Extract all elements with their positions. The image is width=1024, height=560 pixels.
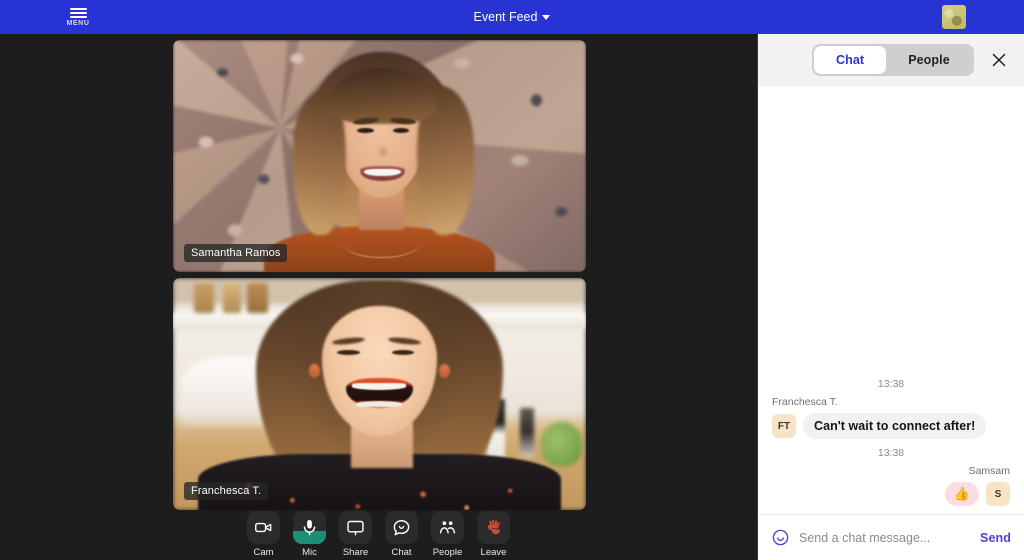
- close-panel-button[interactable]: [986, 47, 1012, 73]
- microphone-icon: [303, 520, 316, 536]
- message-row: 👍 S: [772, 482, 1010, 506]
- call-controls-toolbar: Cam Mic Share Chat People Leave: [0, 511, 757, 558]
- chat-panel-header: Chat People: [758, 34, 1024, 86]
- share-button-surface: [339, 511, 372, 544]
- video-stage: Samantha Ramos Franchesca T. Cam Mic Sha…: [0, 34, 757, 560]
- people-button-surface: [431, 511, 464, 544]
- message-bubble: Can't wait to connect after!: [803, 413, 987, 439]
- plant-shape: [540, 421, 582, 466]
- message-timestamp: 13:38: [877, 447, 905, 459]
- tab-people[interactable]: People: [886, 46, 972, 74]
- leave-button[interactable]: Leave: [476, 511, 512, 558]
- eye-left: [357, 128, 374, 134]
- chat-button[interactable]: Chat: [384, 511, 420, 558]
- video-feed-samantha: [173, 40, 586, 272]
- share-button[interactable]: Share: [338, 511, 374, 558]
- bottle-shape: [519, 407, 534, 457]
- top-bar: MENU Event Feed: [0, 0, 1024, 34]
- hamburger-icon: [69, 7, 87, 18]
- video-conference-app: MENU Event Feed Samantha Ramos Franchesc…: [0, 0, 1024, 560]
- chat-input-bar: Send: [758, 514, 1024, 560]
- video-camera-icon: [255, 522, 272, 533]
- mic-button-label: Mic: [302, 547, 317, 558]
- eye-right: [391, 349, 415, 355]
- chat-people-tab-group: Chat People: [812, 44, 974, 76]
- chat-button-surface: [385, 511, 418, 544]
- people-button[interactable]: People: [430, 511, 466, 558]
- video-tile-samantha[interactable]: Samantha Ramos: [173, 40, 586, 272]
- emoji-picker-button[interactable]: [771, 528, 790, 547]
- close-icon: [992, 53, 1006, 67]
- video-tile-franchesca[interactable]: Franchesca T.: [173, 278, 586, 510]
- chat-message-input[interactable]: [799, 530, 972, 545]
- menu-button[interactable]: MENU: [58, 0, 98, 34]
- earring-right: [438, 363, 450, 378]
- event-title-group: Event Feed: [0, 0, 1024, 34]
- participant-name-label: Franchesca T.: [184, 482, 269, 500]
- people-icon: [439, 521, 456, 534]
- page-title[interactable]: Event Feed: [474, 10, 538, 24]
- self-view-thumbnail[interactable]: [942, 5, 966, 29]
- chat-button-label: Chat: [391, 547, 412, 558]
- earring-left: [309, 363, 321, 378]
- cam-button[interactable]: Cam: [246, 511, 282, 558]
- waving-hand-icon: [487, 519, 500, 535]
- jar-shape: [222, 282, 242, 313]
- avatar: S: [986, 482, 1010, 506]
- tab-chat[interactable]: Chat: [814, 46, 887, 74]
- mic-button-surface: [293, 511, 326, 544]
- mic-button[interactable]: Mic: [292, 511, 328, 558]
- people-button-label: People: [432, 547, 463, 558]
- nose-shape: [377, 144, 390, 156]
- message-list: 13:38 Franchesca T. FT Can't wait to con…: [758, 370, 1024, 506]
- smiley-face-icon: [772, 529, 789, 546]
- chat-bubble-icon: [393, 520, 410, 536]
- teeth-shape: [363, 168, 401, 176]
- participant-name-label: Samantha Ramos: [184, 244, 288, 262]
- menu-label: MENU: [66, 19, 90, 27]
- jar-shape: [247, 282, 268, 313]
- message-timestamp: 13:38: [877, 378, 905, 390]
- teeth-lower: [356, 401, 402, 407]
- avatar: FT: [772, 414, 796, 438]
- video-feed-franchesca: [173, 278, 586, 510]
- chat-panel: Chat People 13:38 Franchesca T. FT Can't…: [757, 34, 1024, 560]
- eye-left: [337, 349, 360, 355]
- share-button-label: Share: [342, 547, 369, 558]
- message-bubble-emoji: 👍: [944, 482, 979, 506]
- chat-message-area[interactable]: 13:38 Franchesca T. FT Can't wait to con…: [758, 86, 1024, 514]
- monitor-screen-icon: [347, 520, 364, 536]
- chevron-down-icon[interactable]: [542, 14, 551, 20]
- leave-button-surface: [477, 511, 510, 544]
- leave-button-label: Leave: [480, 547, 507, 558]
- send-button[interactable]: Send: [980, 531, 1011, 545]
- eye-right: [392, 128, 410, 134]
- message-author: Samsam: [968, 465, 1010, 477]
- cam-button-label: Cam: [253, 547, 274, 558]
- cam-button-surface: [247, 511, 280, 544]
- message-row: FT Can't wait to connect after!: [772, 413, 1010, 439]
- message-author: Franchesca T.: [772, 396, 838, 408]
- teeth-upper: [352, 383, 406, 390]
- jar-shape: [193, 282, 215, 313]
